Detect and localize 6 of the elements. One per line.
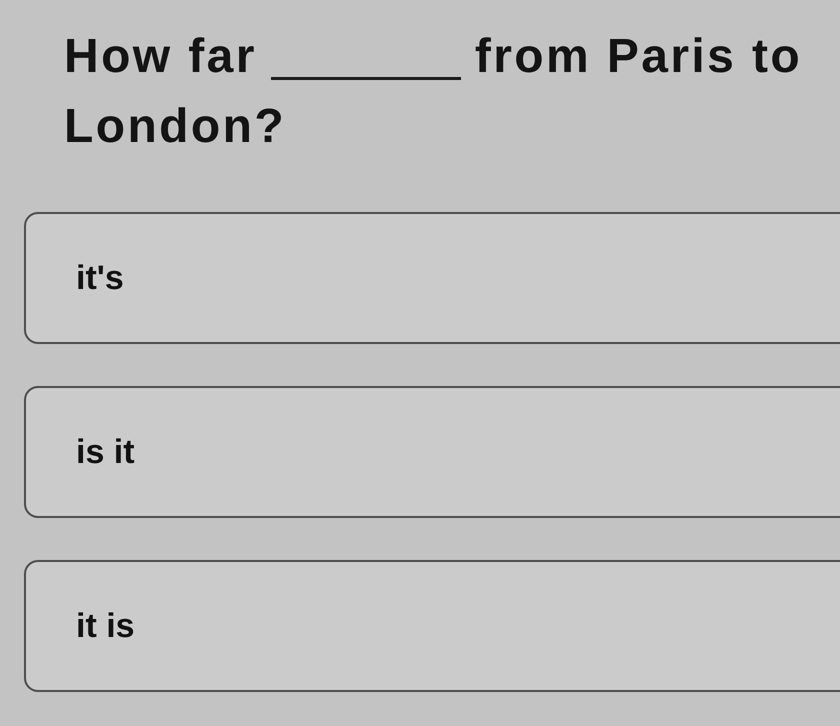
question-text: from Paris to xyxy=(474,29,802,85)
answer-option[interactable]: it's xyxy=(24,212,840,344)
answer-option[interactable]: is it xyxy=(24,386,840,518)
question-text: London? xyxy=(64,99,286,155)
answer-option[interactable]: it is xyxy=(24,560,840,692)
question-text: How far xyxy=(64,29,257,85)
